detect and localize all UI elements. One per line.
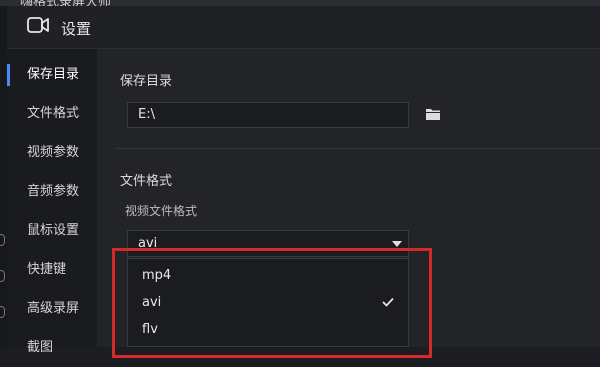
background-radio-icon [0,270,5,282]
sidebar-item-save-dir[interactable]: 保存目录 [7,56,97,94]
file-format-heading: 文件格式 [120,174,173,189]
red-highlight-box [112,248,432,358]
dialog-header: 设置 [7,6,600,49]
camera-icon [27,17,49,33]
sidebar-item-video-params[interactable]: 视频参数 [7,134,97,172]
sidebar-item-shortcuts[interactable]: 快捷键 [7,251,97,289]
sidebar-item-file-format[interactable]: 文件格式 [7,95,97,133]
sidebar-item-advanced-recording[interactable]: 高级录屏 [7,290,97,328]
sidebar-item-screenshot[interactable]: 截图 [7,329,97,367]
background-radio-icon [0,306,5,318]
settings-sidebar: 保存目录 文件格式 视频参数 音频参数 鼠标设置 快捷键 高级录屏 截图 [7,49,97,355]
background-left-edge [0,6,7,347]
sidebar-item-audio-params[interactable]: 音频参数 [7,173,97,211]
dialog-title: 设置 [61,20,92,38]
video-format-label: 视频文件格式 [125,204,198,218]
sidebar-item-mouse-settings[interactable]: 鼠标设置 [7,212,97,250]
section-divider [117,148,600,149]
chevron-down-icon [392,241,402,247]
background-radio-icon [0,234,5,246]
folder-icon[interactable] [425,107,441,121]
save-dir-heading: 保存目录 [120,74,173,89]
save-path-field[interactable]: E:\ [127,102,409,128]
